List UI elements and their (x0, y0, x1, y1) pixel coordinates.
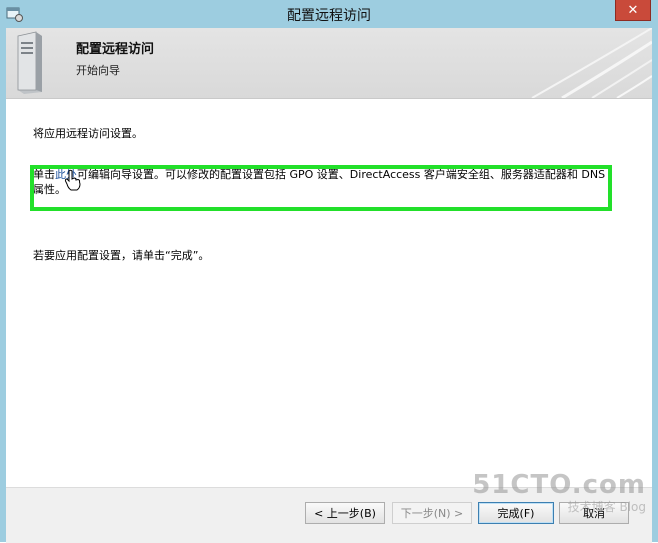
close-button[interactable]: ✕ (615, 0, 651, 21)
hand-pointer-icon (64, 169, 81, 191)
header-title: 配置远程访问 (76, 42, 155, 57)
banner-decoration (531, 28, 652, 98)
watermark: 51CTO.com 技术博客 Blog (472, 470, 646, 515)
window-title: 配置远程访问 (287, 8, 371, 24)
watermark-main: 51CTO.com (472, 470, 646, 500)
apply-hint-text: 若要应用配置设置，请单击“完成”。 (33, 249, 210, 262)
wizard-content: 将应用远程访问设置。 单击此处可编辑向导设置。可以修改的配置设置包括 GPO 设… (6, 99, 652, 487)
watermark-sub: 技术博客 Blog (567, 500, 646, 514)
header-subtitle: 开始向导 (76, 64, 120, 77)
highlight-annotation-box (30, 165, 612, 211)
intro-text: 将应用远程访问设置。 (33, 127, 143, 140)
title-bar: 配置远程访问 ✕ (0, 0, 658, 29)
server-icon (17, 31, 42, 94)
window-frame-right (652, 28, 658, 542)
next-button[interactable]: 下一步(N) > (392, 502, 472, 524)
wizard-header: 配置远程访问 开始向导 (6, 28, 652, 99)
back-button[interactable]: < 上一步(B) (305, 502, 385, 524)
